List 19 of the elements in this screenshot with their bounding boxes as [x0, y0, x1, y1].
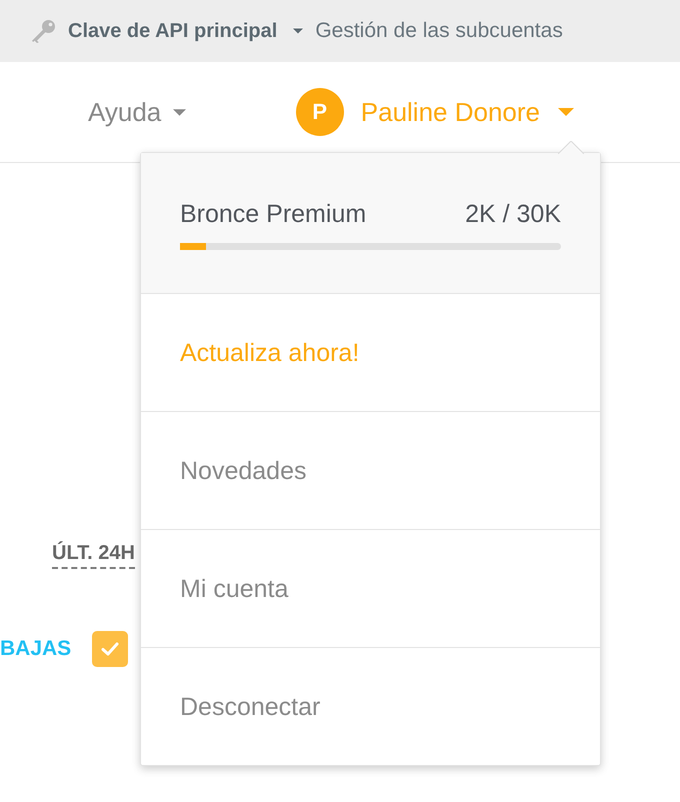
menu-item[interactable]: Novedades [141, 411, 600, 529]
caret-icon [173, 108, 186, 116]
caret-icon [558, 108, 574, 116]
menu-item[interactable]: Desconectar [141, 647, 600, 765]
plan-name: Bronce Premium [180, 199, 366, 229]
key-icon [32, 19, 56, 43]
filter-checkbox[interactable] [92, 631, 128, 667]
subaccounts-link[interactable]: Gestión de las subcuentas [315, 19, 563, 43]
menu-item[interactable]: Actualiza ahora! [141, 293, 600, 411]
help-menu-button[interactable]: Ayuda [88, 97, 186, 127]
check-icon [101, 642, 120, 656]
period-filter-link[interactable]: ÚLT. 24H [52, 542, 135, 569]
plan-usage: 2K / 30K [465, 199, 561, 229]
user-avatar: P [296, 88, 344, 136]
user-menu-button[interactable]: P Pauline Donore [296, 88, 574, 136]
menu-item[interactable]: Mi cuenta [141, 529, 600, 647]
caret-icon [293, 28, 304, 34]
api-key-button[interactable]: Clave de API principal [68, 19, 304, 43]
filter-label: BAJAS [0, 637, 72, 661]
